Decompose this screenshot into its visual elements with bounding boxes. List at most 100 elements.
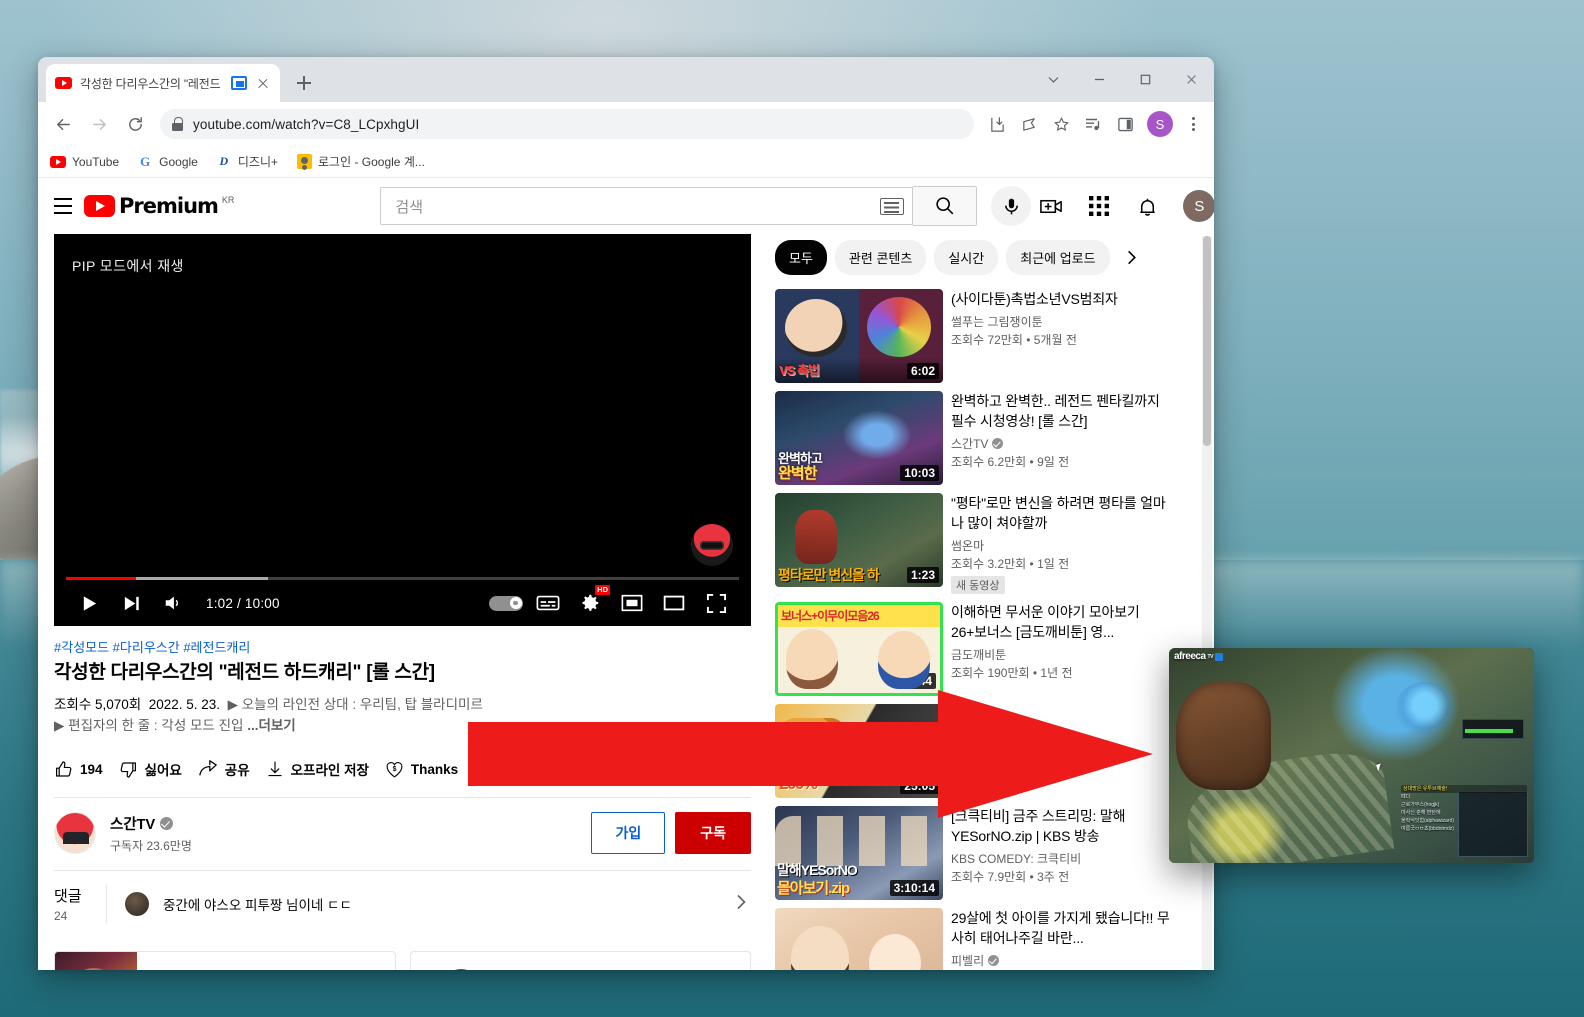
video-player[interactable]: PIP 모드에서 재생 1:02 / 10:00 HD [54,234,751,626]
video-channel[interactable]: 썸온마 [951,537,1173,554]
tab-search-chevron-down-icon[interactable] [1030,57,1076,102]
profile-avatar[interactable]: S [1147,111,1173,137]
video-channel[interactable]: 금도깨비툰 [951,646,1173,663]
chip-recently-uploaded[interactable]: 최근에 업로드 [1006,240,1110,275]
chip-live[interactable]: 실시간 [934,240,999,275]
dislike-button[interactable]: 싫어요 [119,759,198,779]
chevron-right-icon[interactable] [731,892,751,917]
subtitles-icon[interactable] [527,582,569,624]
thumbnail-text: VS 촉법 [779,363,820,378]
scrollbar-thumb[interactable] [1203,236,1211,446]
bookmark-youtube[interactable]: YouTube [50,154,119,170]
fullscreen-icon[interactable] [695,582,737,624]
picture-in-picture-icon[interactable] [231,76,247,90]
channel-name[interactable]: 스간TV [110,813,192,834]
forward-button[interactable] [82,107,116,141]
bookmark-disney[interactable]: D 디즈니+ [216,153,278,170]
video-thumbnail[interactable]: 평타로만 변신을 하 1:23 [775,493,943,587]
chat-line: 근로가무스(hogjk) [1401,802,1440,808]
search-input[interactable]: 검색 [380,187,914,225]
video-thumbnail[interactable]: 보너스+이무이모음26 28:44 [775,602,943,696]
create-video-icon[interactable] [1031,186,1071,226]
video-thumbnail[interactable]: 말해YESorNO 몰아보기.zip 3:10:14 [775,806,943,900]
chip-all[interactable]: 모두 [775,240,827,275]
account-avatar[interactable]: S [1183,190,1214,222]
youtube-favicon [55,75,72,92]
miniplayer-icon[interactable] [611,582,653,624]
thanks-button[interactable]: $ Thanks [385,760,474,779]
comments-label: 댓글 [54,888,82,905]
list-item[interactable]: 말해YESorNO 몰아보기.zip 3:10:14 [크큭티비] 금주 스트리… [775,806,1179,900]
side-panel-icon[interactable] [1110,109,1140,139]
close-icon[interactable] [255,75,271,91]
bookmark-google-account[interactable]: 로그인 - Google 계... [296,153,425,170]
keyboard-icon[interactable] [880,197,905,215]
share-button[interactable]: 공유 [198,759,266,779]
bookmark-google[interactable]: G Google [137,154,198,170]
video-channel[interactable]: 스간TV [951,435,1173,452]
list-item[interactable]: VS 촉법 6:02 (사이다툰)촉법소년VS범죄자 썰푸는 그림쟁이툰 조회수… [775,289,1179,383]
thumbnail-text: 보너스+이무이모음26 [781,609,880,623]
channel-watermark[interactable] [691,524,733,566]
list-item[interactable]: 보너스+이무이모음26 28:44 이해하면 무서운 이야기 모아보기 26+보… [775,602,1179,696]
list-item[interactable]: 29살에 첫 아이를 가지게 됐습니다!! 무사히 태어나주길 바란... 피벨… [775,908,1179,970]
address-bar[interactable]: youtube.com/watch?v=C8_LCpxhgUI [160,109,974,139]
theater-mode-icon[interactable] [653,582,695,624]
chip-related[interactable]: 관련 콘텐츠 [834,240,927,275]
next-video-button[interactable] [110,582,152,624]
primary-column: PIP 모드에서 재생 1:02 / 10:00 HD #각성모드 #다리우스간… [54,234,751,970]
picture-in-picture-window[interactable]: 상대방은 유투브예술! 떼다 근로가무스(hogjk) 마사신 춘해 편탄에 울… [1169,648,1534,863]
chrome-menu-icon[interactable] [1180,111,1206,137]
close-window-icon[interactable] [1168,57,1214,102]
video-thumbnail[interactable] [775,908,943,970]
chevron-right-icon[interactable] [1120,246,1144,270]
tab-strip: 각성한 다리우스간의 "레전드 [38,57,1214,102]
guide-menu-icon[interactable] [54,186,72,226]
category-card[interactable]: 게임 [409,951,751,970]
download-button[interactable]: 오프라인 저장 [266,759,385,779]
play-button[interactable] [68,582,110,624]
list-item[interactable]: 평타로만 변신을 하 1:23 "평타"로만 변신을 하려면 평타를 얼마나 많… [775,493,1179,594]
game-card[interactable]: 리그 오브 레전드 [54,951,396,970]
channel-avatar[interactable] [54,812,96,854]
video-channel[interactable]: 썰푸는 그림쟁이툰 [951,313,1173,330]
voice-search-button[interactable] [991,186,1032,226]
show-more-button[interactable]: ...더보기 [247,718,296,733]
join-button[interactable]: 가입 [591,812,666,854]
back-button[interactable] [46,107,80,141]
reading-list-icon[interactable] [1078,109,1108,139]
pip-game-turret [1395,682,1456,735]
youtube-premium-logo[interactable]: Premium KR [84,194,234,218]
browser-tab-youtube[interactable]: 각성한 다리우스간의 "레전드 [46,64,280,102]
channel-name-text: 썸온마 [951,539,985,553]
category-avatar [440,969,481,970]
autoplay-toggle[interactable] [485,582,527,624]
volume-button[interactable] [152,582,194,624]
video-stats: 조회수 7.9만회 • 3주 전 [951,870,1070,884]
like-button[interactable]: 194 [54,760,119,779]
thanks-label: Thanks [410,761,459,777]
search-button[interactable] [913,186,978,226]
youtube-page: Premium KR 검색 S PIP 모드에서 재생 1:02 / 10:00… [38,178,1214,970]
subscribe-button[interactable]: 구독 [675,812,751,854]
video-channel[interactable]: 피벨리 [951,952,1173,969]
reload-button[interactable] [118,107,152,141]
video-channel[interactable]: KBS COMEDY: 크큭티비 [951,850,1173,867]
video-title: (사이다툰)촉법소년VS범죄자 [951,291,1118,307]
channel-name-text: KBS COMEDY: 크큭티비 [951,852,1082,866]
list-item[interactable]: 완벽하고 완벽한 10:03 완벽하고 완벽한.. 레전드 펜타킬까지 필수 시… [775,391,1179,485]
video-thumbnail[interactable]: 완벽하고 완벽한 10:03 [775,391,943,485]
minimize-icon[interactable] [1076,57,1122,102]
verified-badge-icon [160,816,174,830]
bookmark-star-icon[interactable] [1046,109,1076,139]
downloads-icon[interactable] [982,109,1012,139]
new-tab-button[interactable] [290,69,318,97]
settings-gear-icon[interactable]: HD [569,582,611,624]
video-thumbnail[interactable]: VS 촉법 6:02 [775,289,943,383]
share-icon[interactable] [1014,109,1044,139]
maximize-icon[interactable] [1122,57,1168,102]
comments-teaser[interactable]: 댓글 24 중간에 야스오 피투짱 님이네 ㄷㄷ [54,870,751,939]
apps-grid-icon[interactable] [1079,186,1119,226]
notifications-bell-icon[interactable] [1127,186,1167,226]
video-hashtags[interactable]: #각성모드 #다리우스간 #레전드캐리 [54,637,751,656]
